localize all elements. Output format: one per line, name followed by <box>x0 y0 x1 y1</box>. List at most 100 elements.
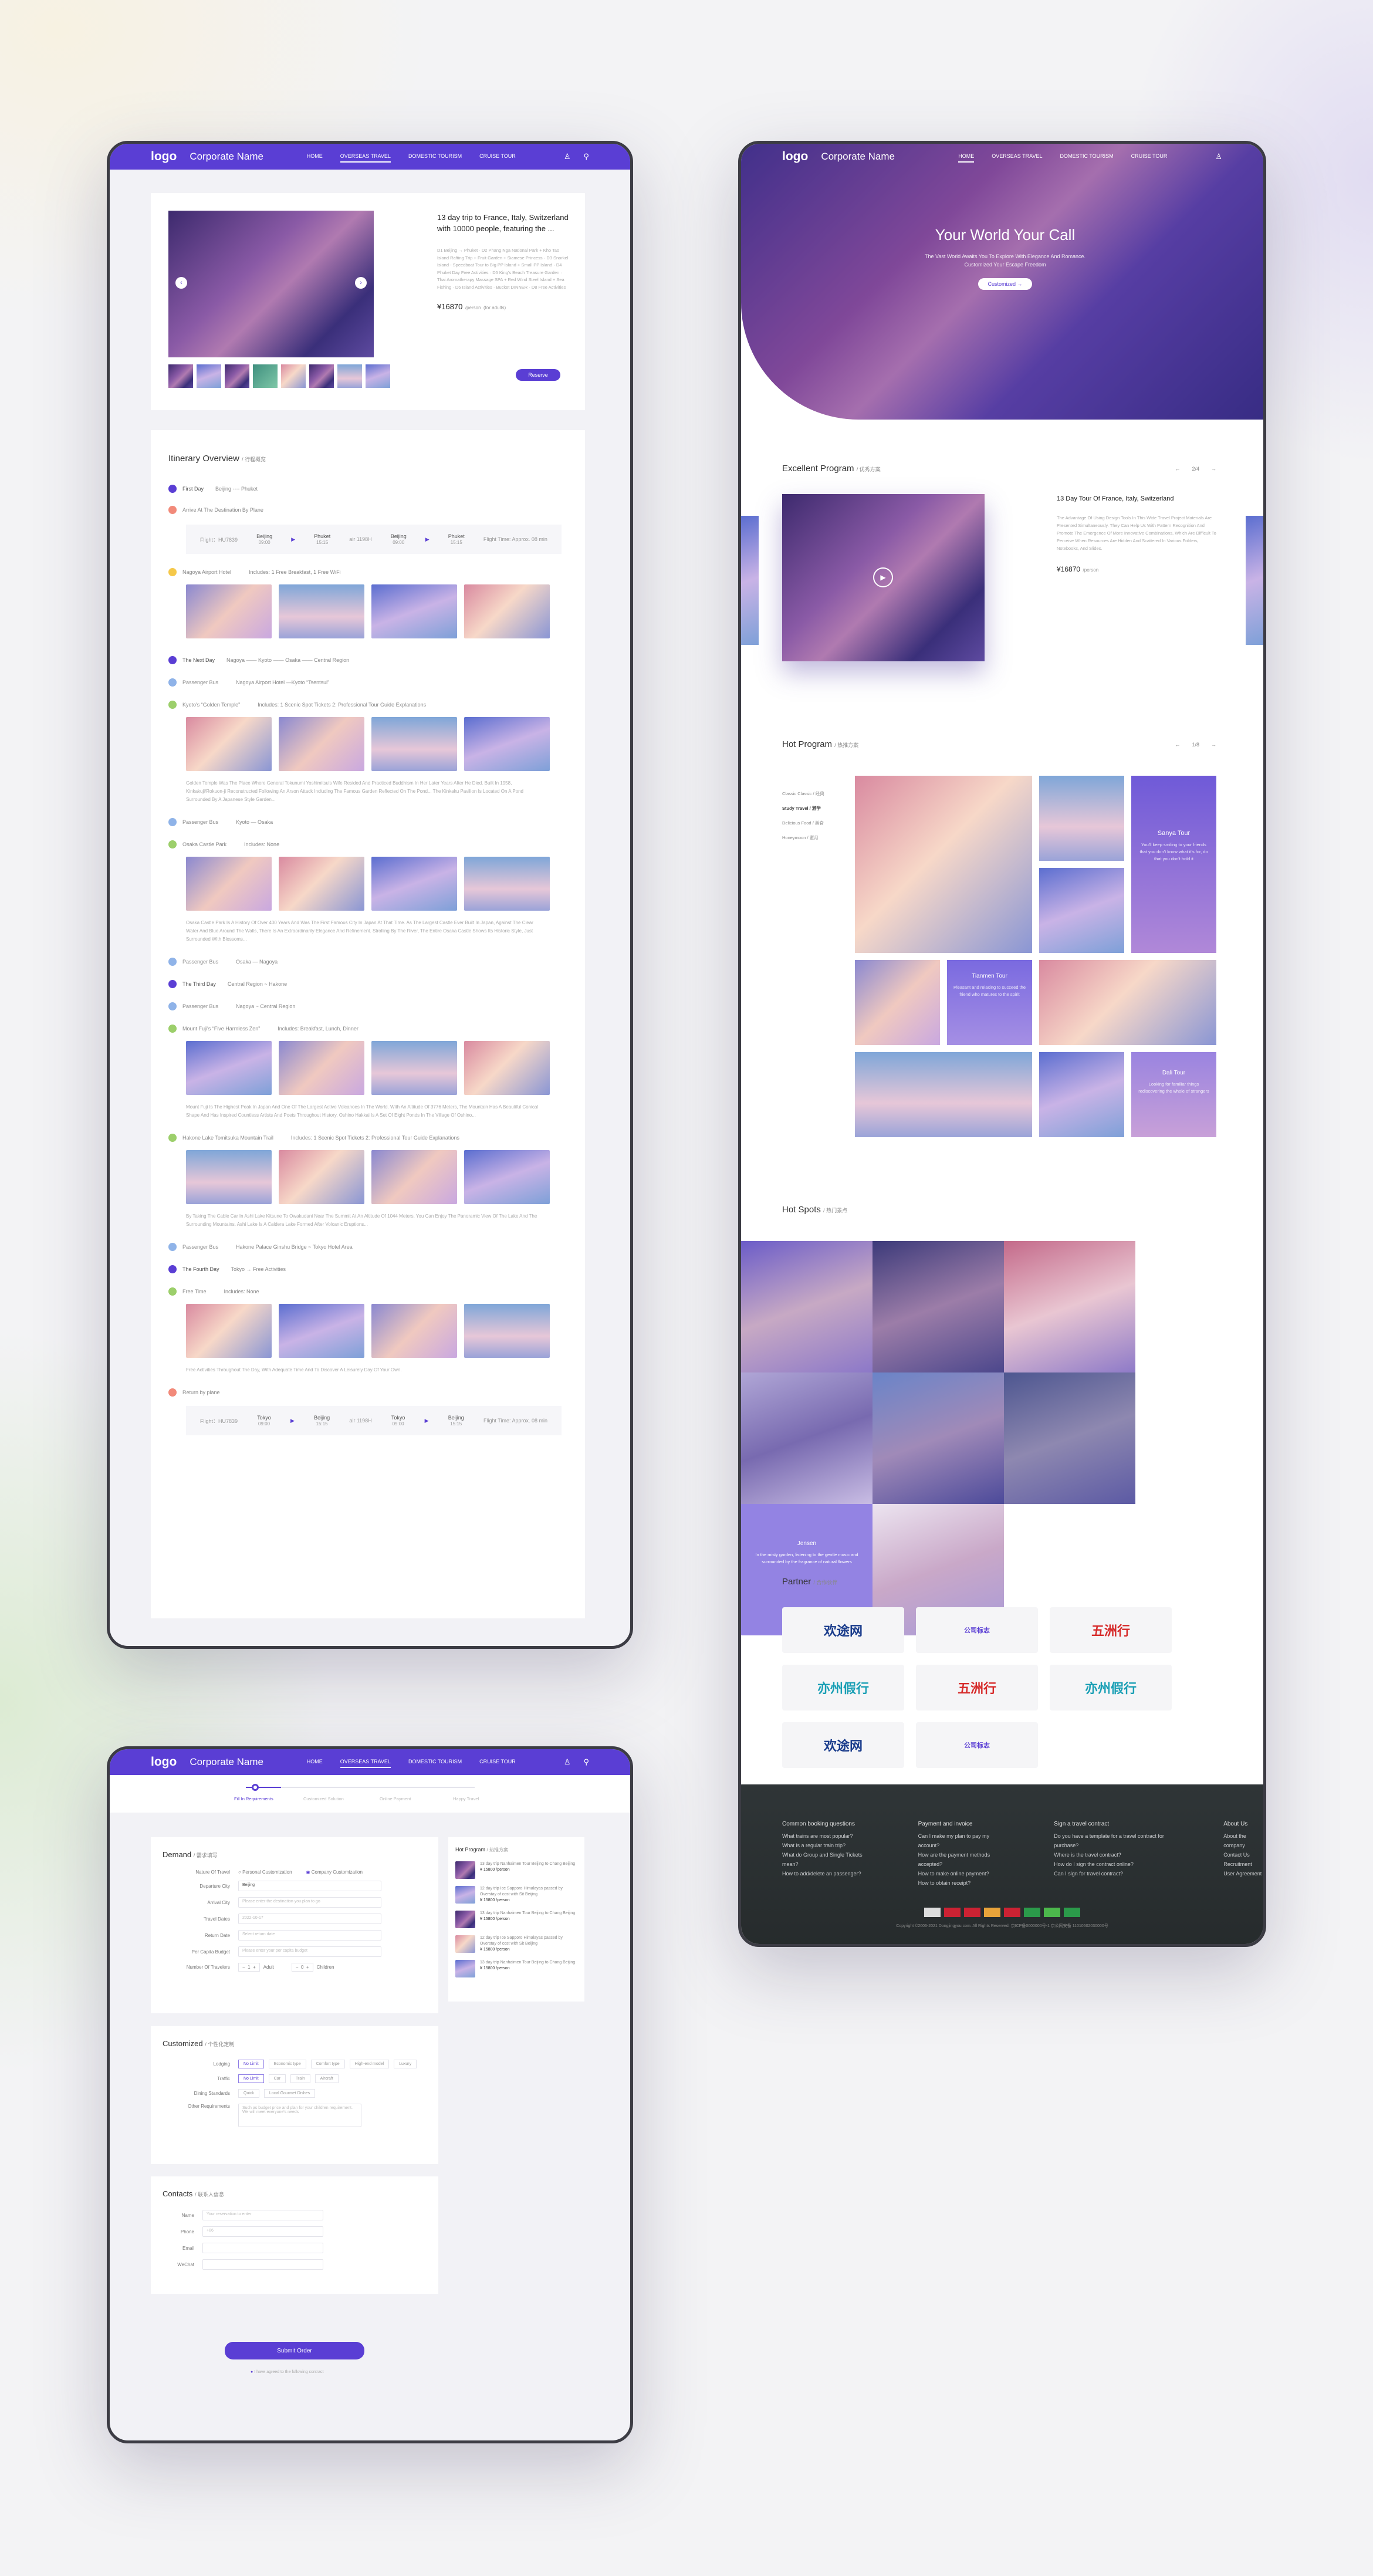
menu-domestic[interactable]: DOMESTIC TOURISM <box>408 1756 462 1768</box>
agreement-checkbox[interactable]: ● I have agreed to the following contrac… <box>251 2370 323 2374</box>
hot-program-item[interactable]: 13 day trip Nanhaimen Tour Beijing to Ch… <box>455 1911 577 1928</box>
thumbnail[interactable] <box>309 364 334 388</box>
hot-program-item[interactable]: 13 day trip Nanhaimen Tour Beijing to Ch… <box>455 1960 577 1977</box>
spot-photo[interactable] <box>873 1241 1004 1372</box>
menu-overseas[interactable]: OVERSEAS TRAVEL <box>992 151 1042 163</box>
submit-order-button[interactable]: Submit Order <box>225 2342 364 2359</box>
logo[interactable]: logo <box>782 150 808 164</box>
hot-photo[interactable] <box>1039 776 1124 861</box>
logo[interactable]: logo <box>151 150 177 164</box>
logo[interactable]: logo <box>151 1755 177 1769</box>
partner-logo[interactable]: 欢途网 <box>782 1722 904 1768</box>
wechat-input[interactable] <box>202 2259 323 2270</box>
partner-logo[interactable]: 公司标志 <box>916 1722 1038 1768</box>
budget-input[interactable]: Please enter your per capita budget <box>238 1946 381 1957</box>
user-icon[interactable]: ♙ <box>1215 152 1222 161</box>
hot-photo[interactable] <box>855 776 1032 953</box>
hot-program-item[interactable]: 12 day trip Ice Sapporo Himalayas passed… <box>455 1886 577 1904</box>
menu-cruise[interactable]: CRUISE TOUR <box>479 1756 516 1768</box>
category-item[interactable]: Delicious Food / 美食 <box>782 816 824 830</box>
menu-home[interactable]: HOME <box>958 151 975 163</box>
name-input[interactable]: Your reservation to enter <box>202 2210 323 2220</box>
menu-home[interactable]: HOME <box>307 151 323 163</box>
dining-option[interactable]: Quick <box>238 2089 259 2098</box>
radio-company[interactable]: ◉ Company Customization <box>306 1870 363 1875</box>
traffic-option[interactable]: No Limit <box>238 2074 264 2083</box>
lodging-option[interactable]: High-end model <box>349 2060 390 2068</box>
footer-link[interactable]: About the company <box>1223 1831 1263 1850</box>
thumbnail[interactable] <box>281 364 306 388</box>
partner-logo[interactable]: 五洲行 <box>1050 1607 1172 1653</box>
footer-link[interactable]: Can I make my plan to pay my account? <box>918 1831 1004 1850</box>
menu-home[interactable]: HOME <box>307 1756 323 1768</box>
thumbnail[interactable] <box>197 364 221 388</box>
radio-personal[interactable]: ○ Personal Customization <box>238 1870 292 1875</box>
thumbnail[interactable] <box>366 364 390 388</box>
menu-overseas[interactable]: OVERSEAS TRAVEL <box>340 151 391 163</box>
hot-photo[interactable] <box>1039 868 1124 953</box>
lodging-option[interactable]: Luxury <box>394 2060 417 2068</box>
footer-link[interactable]: How do I sign the contract online? <box>1054 1860 1173 1869</box>
adult-stepper[interactable]: − 1 + <box>238 1963 260 1972</box>
departure-city-input[interactable]: Beijing <box>238 1881 381 1891</box>
partner-logo[interactable]: 亦州假行 <box>782 1665 904 1710</box>
spot-photo[interactable] <box>741 1372 873 1504</box>
hot-program-item[interactable]: 13 day trip Nanhaimen Tour Beijing to Ch… <box>455 1861 577 1879</box>
hot-program-item[interactable]: 12 day trip Ice Sapporo Himalayas passed… <box>455 1935 577 1953</box>
user-icon[interactable]: ♙ <box>564 1757 571 1767</box>
category-item[interactable]: Honeymoon / 蜜月 <box>782 830 824 845</box>
lodging-option[interactable]: Economic type <box>268 2060 306 2068</box>
footer-link[interactable]: How to make online payment? <box>918 1869 1004 1878</box>
footer-link[interactable]: User Agreement <box>1223 1869 1263 1878</box>
phone-input[interactable]: +86 <box>202 2226 323 2237</box>
partner-logo[interactable]: 欢途网 <box>782 1607 904 1653</box>
spot-photo[interactable] <box>1004 1241 1135 1372</box>
location-icon[interactable]: ⚲ <box>583 1757 589 1767</box>
footer-link[interactable]: Can I sign for travel contract? <box>1054 1869 1173 1878</box>
spot-photo[interactable] <box>873 1372 1004 1504</box>
next-arrow-icon[interactable]: → <box>1211 466 1216 472</box>
thumbnail[interactable] <box>337 364 362 388</box>
spot-photo[interactable] <box>741 1241 873 1372</box>
travel-date-input[interactable]: 2022-10-17 <box>238 1914 381 1924</box>
menu-domestic[interactable]: DOMESTIC TOURISM <box>1060 151 1113 163</box>
footer-link[interactable]: How to add/delete an passenger? <box>782 1869 868 1878</box>
menu-cruise[interactable]: CRUISE TOUR <box>1131 151 1168 163</box>
partner-logo[interactable]: 五洲行 <box>916 1665 1038 1710</box>
child-stepper[interactable]: − 0 + <box>291 1963 313 1972</box>
hot-photo[interactable] <box>855 1052 1032 1137</box>
footer-link[interactable]: What do Group and Single Tickets mean? <box>782 1850 868 1869</box>
footer-link[interactable]: How are the payment methods accepted? <box>918 1850 1004 1869</box>
traffic-option[interactable]: Train <box>290 2074 310 2083</box>
menu-cruise[interactable]: CRUISE TOUR <box>479 151 516 163</box>
lodging-option[interactable]: Comfort type <box>310 2060 345 2068</box>
other-requirements-textarea[interactable]: Such as budget price and plan for your c… <box>238 2104 361 2127</box>
menu-overseas[interactable]: OVERSEAS TRAVEL <box>340 1756 391 1768</box>
footer-link[interactable]: What is a regular train trip? <box>782 1841 868 1850</box>
reserve-button[interactable]: Reserve <box>516 369 560 381</box>
menu-domestic[interactable]: DOMESTIC TOURISM <box>408 151 462 163</box>
thumbnail[interactable] <box>168 364 193 388</box>
location-icon[interactable]: ⚲ <box>583 152 589 161</box>
next-arrow-icon[interactable]: › <box>355 277 367 289</box>
footer-link[interactable]: What trains are most popular? <box>782 1831 868 1841</box>
customized-button[interactable]: Customized → <box>978 278 1032 290</box>
hot-photo[interactable] <box>1039 960 1216 1045</box>
hot-photo[interactable] <box>1039 1052 1124 1137</box>
thumbnail[interactable] <box>253 364 278 388</box>
user-icon[interactable]: ♙ <box>564 152 571 161</box>
hot-photo[interactable] <box>855 960 940 1045</box>
category-item[interactable]: Classic Classic / 经典 <box>782 786 824 801</box>
dining-option[interactable]: Local Gourmet Dishes <box>263 2089 316 2098</box>
thumbnail[interactable] <box>225 364 249 388</box>
footer-link[interactable]: Do you have a template for a travel cont… <box>1054 1831 1173 1850</box>
spot-photo[interactable] <box>1004 1372 1135 1504</box>
hot-card-dali[interactable]: Dali Tour Looking for familiar things red… <box>1131 1052 1216 1137</box>
arrival-city-input[interactable]: Please enter the destination you plan to… <box>238 1897 381 1908</box>
prev-arrow-icon[interactable]: ‹ <box>175 277 187 289</box>
partner-logo[interactable]: 公司标志 <box>916 1607 1038 1653</box>
program-video[interactable]: ▶ <box>782 494 985 661</box>
footer-link[interactable]: Where is the travel contract? <box>1054 1850 1173 1860</box>
email-input[interactable] <box>202 2243 323 2253</box>
return-date-input[interactable]: Select return date <box>238 1930 381 1941</box>
